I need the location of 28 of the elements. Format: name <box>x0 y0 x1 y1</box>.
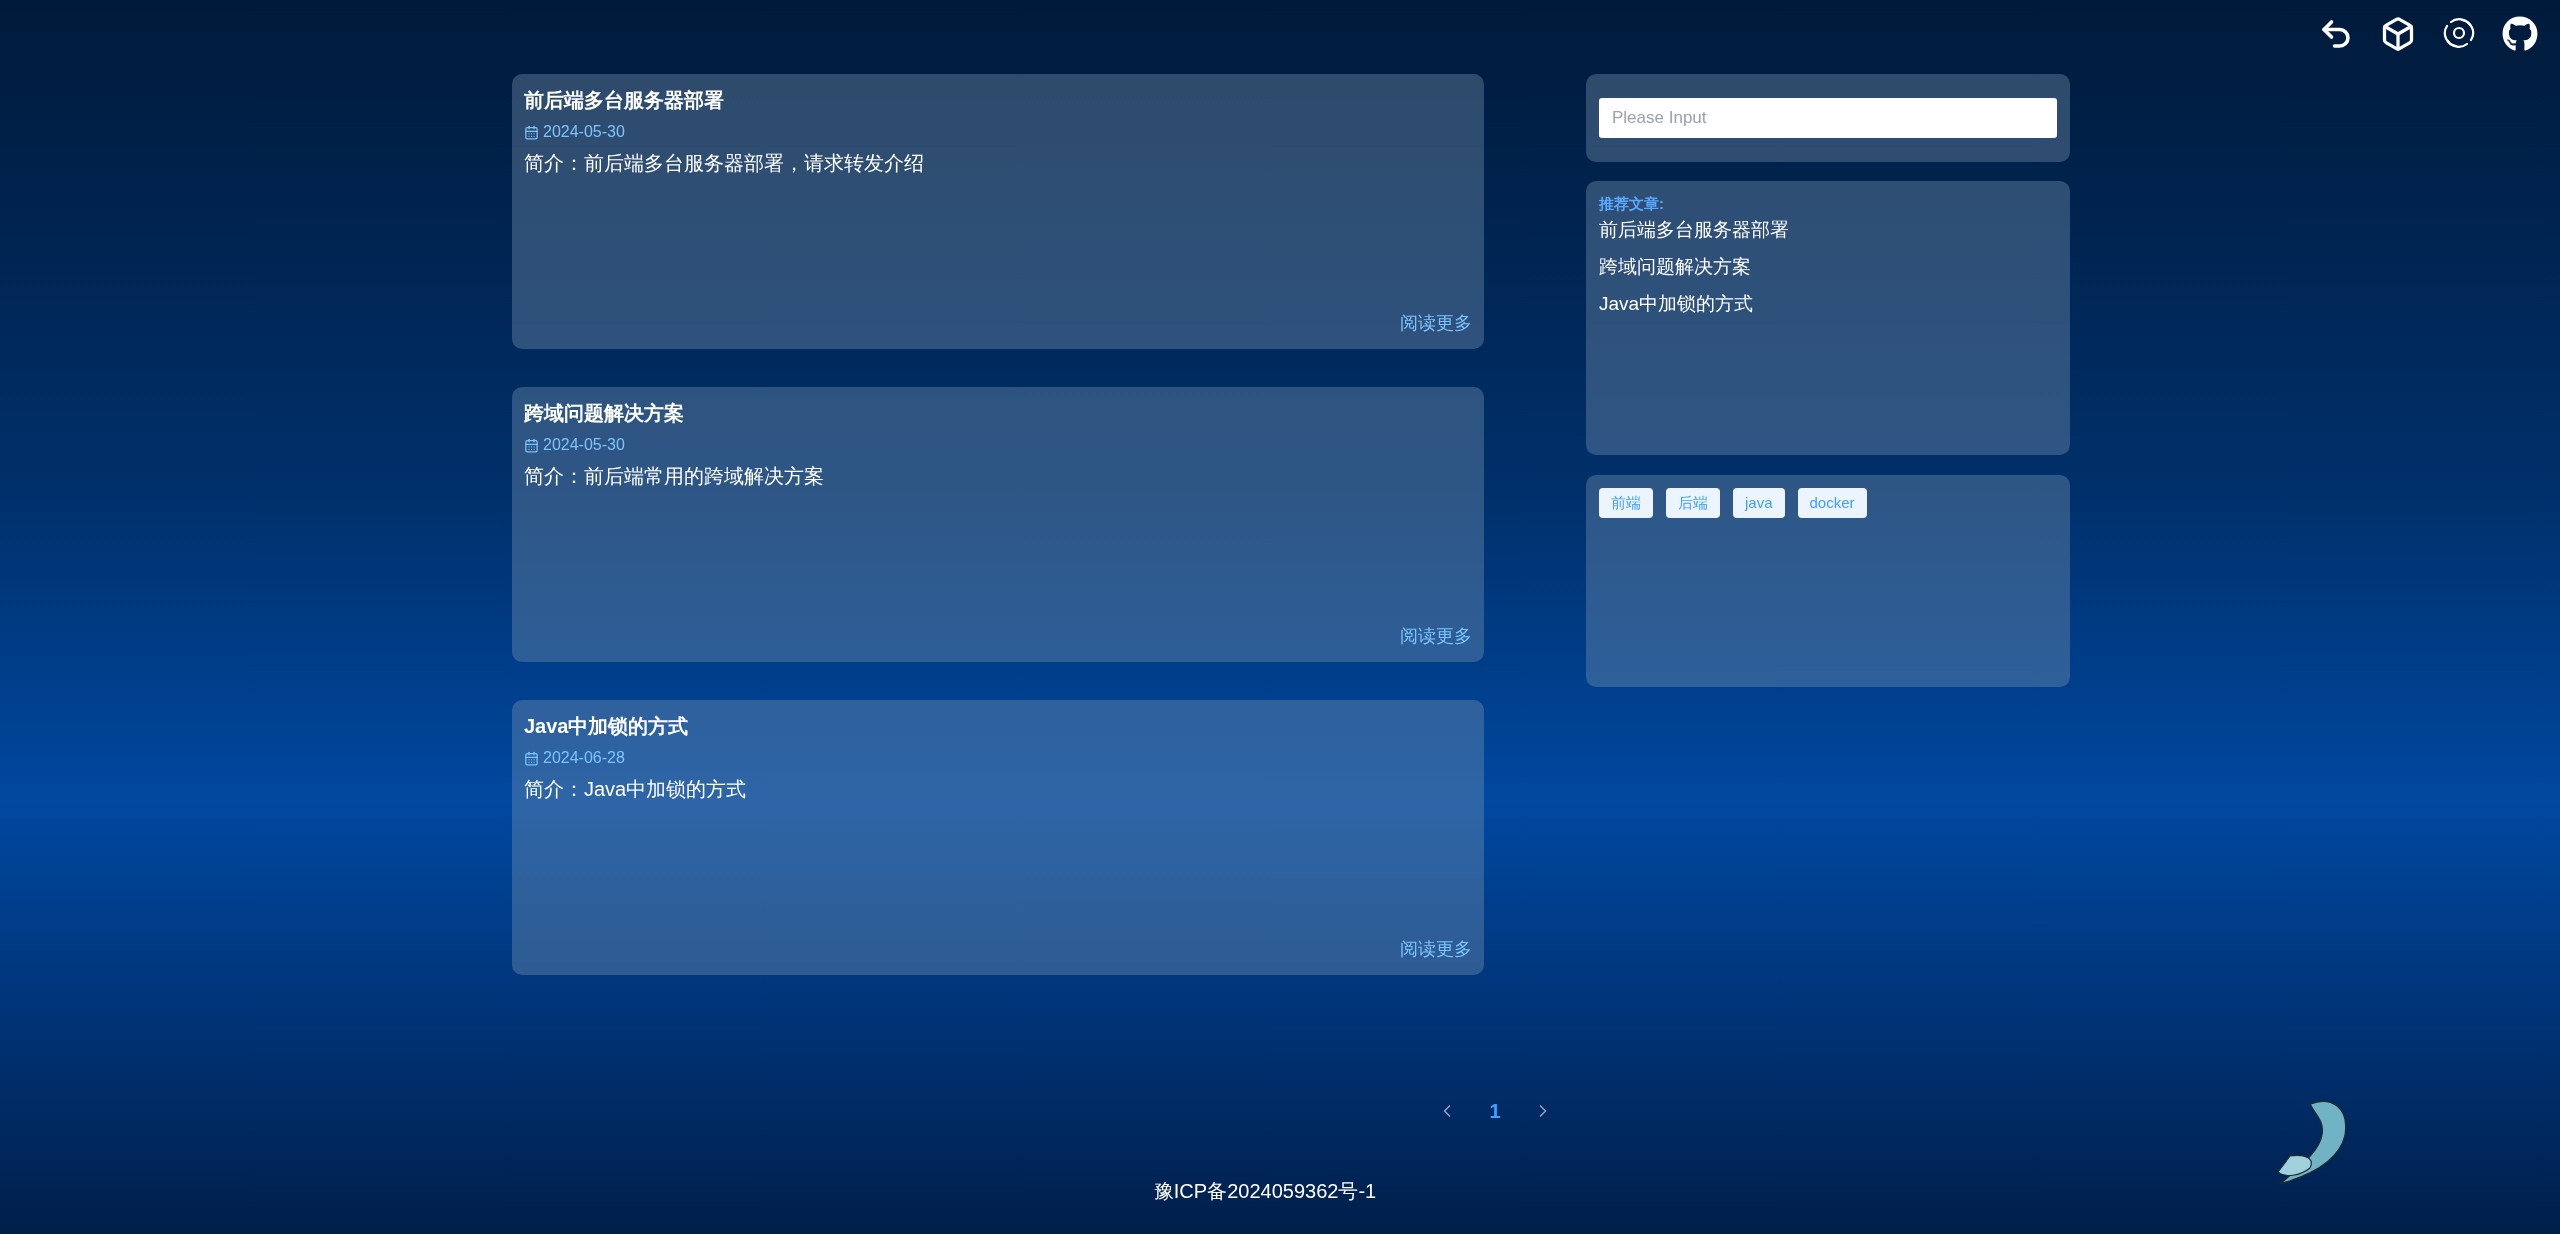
calendar-icon <box>524 124 539 140</box>
calendar-icon <box>524 437 539 453</box>
article-title[interactable]: Java中加锁的方式 <box>524 712 689 740</box>
article-summary: 简介：前后端常用的跨域解决方案 <box>524 464 824 489</box>
article-title[interactable]: 跨域问题解决方案 <box>524 399 684 427</box>
recommended-link[interactable]: 跨域问题解决方案 <box>1599 254 1751 279</box>
recommended-link[interactable]: 前后端多台服务器部署 <box>1599 217 1789 242</box>
search-field[interactable]: Please Input <box>1599 98 2057 138</box>
read-more-link[interactable]: 阅读更多 <box>1400 310 1472 337</box>
article-date: 2024-06-28 <box>543 748 625 768</box>
recommended-link[interactable]: Java中加锁的方式 <box>1599 291 1754 316</box>
github-icon[interactable] <box>2502 16 2538 52</box>
article-date: 2024-05-30 <box>543 435 625 455</box>
tag[interactable]: 后端 <box>1666 488 1720 518</box>
cube-icon[interactable] <box>2380 16 2416 52</box>
recommended-heading: 推荐文章: <box>1599 194 1664 214</box>
page-number[interactable]: 1 <box>1483 1096 1507 1126</box>
article-date: 2024-05-30 <box>543 122 625 142</box>
icp-link[interactable]: 豫ICP备2024059362号-1 <box>1153 1176 1377 1206</box>
article-summary: 简介：前后端多台服务器部署，请求转发介绍 <box>524 151 924 176</box>
read-more-link[interactable]: 阅读更多 <box>1400 623 1472 650</box>
tag[interactable]: java <box>1733 488 1785 518</box>
article-title[interactable]: 前后端多台服务器部署 <box>524 86 724 114</box>
article-summary: 简介：Java中加锁的方式 <box>524 777 747 802</box>
calendar-icon <box>524 750 539 766</box>
read-more-link[interactable]: 阅读更多 <box>1400 936 1472 963</box>
tag[interactable]: docker <box>1797 488 1867 518</box>
tag[interactable]: 前端 <box>1599 488 1653 518</box>
